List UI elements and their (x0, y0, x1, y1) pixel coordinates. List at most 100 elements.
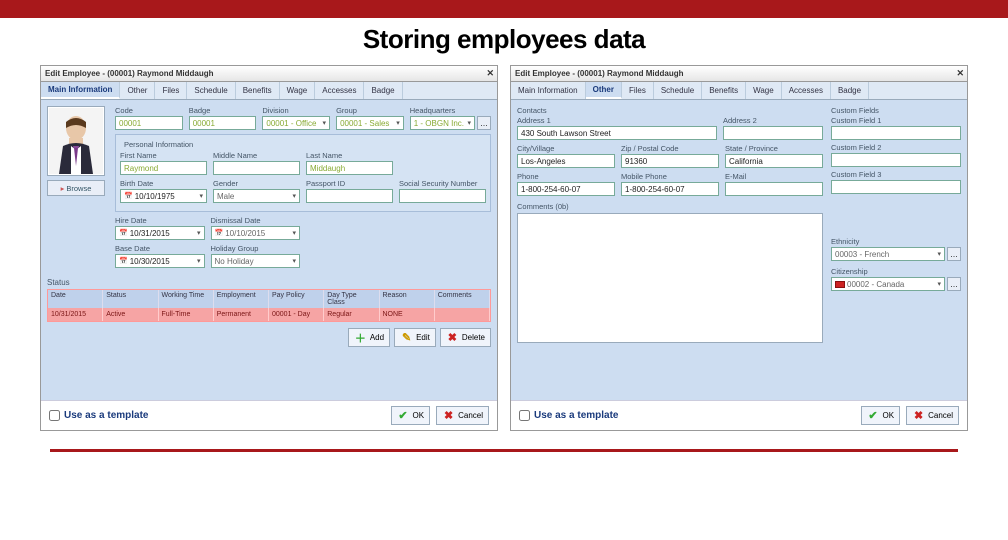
first-name-field[interactable]: Raymond (120, 161, 207, 175)
edit-button[interactable]: ✎Edit (394, 328, 436, 347)
th-date[interactable]: Date (48, 290, 103, 308)
addr1-field[interactable]: 430 South Lawson Street (517, 126, 717, 140)
city-field[interactable]: Los-Angeles (517, 154, 615, 168)
base-date-field[interactable]: 10/30/2015 (115, 254, 205, 268)
td-day-type: Regular (324, 308, 379, 321)
th-reason[interactable]: Reason (380, 290, 435, 308)
delete-button[interactable]: ✖Delete (440, 328, 491, 347)
tab-main-information-r[interactable]: Main Information (511, 82, 586, 99)
mobile-field[interactable]: 1-800-254-60-07 (621, 182, 719, 196)
tab-wage[interactable]: Wage (280, 82, 316, 99)
code-field[interactable]: 00001 (115, 116, 183, 130)
page-title: Storing employees data (0, 24, 1008, 55)
window-title-text-right: Edit Employee - (00001) Raymond Middaugh (515, 69, 683, 78)
cf3-field[interactable] (831, 180, 961, 194)
last-name-field[interactable]: Middaugh (306, 161, 393, 175)
division-field[interactable]: 00001 - Office (262, 116, 330, 130)
td-date: 10/31/2015 (48, 308, 103, 321)
group-label: Group (336, 106, 404, 115)
base-date-label: Base Date (115, 244, 205, 253)
flag-icon (835, 281, 845, 288)
gender-field[interactable]: Male (213, 189, 300, 203)
template-checkbox-r[interactable]: Use as a template (519, 410, 619, 421)
ok-button[interactable]: ✔OK (391, 406, 431, 425)
tab-schedule-r[interactable]: Schedule (654, 82, 702, 99)
addr2-field[interactable] (723, 126, 823, 140)
td-reason: NONE (380, 308, 435, 321)
email-field[interactable] (725, 182, 823, 196)
table-row[interactable]: 10/31/2015 Active Full-Time Permanent 00… (48, 308, 490, 321)
citizenship-value: 00002 - Canada (847, 280, 904, 289)
hq-more-button[interactable]: … (477, 116, 491, 130)
tab-badge[interactable]: Badge (364, 82, 402, 99)
td-status: Active (103, 308, 158, 321)
tab-files-r[interactable]: Files (622, 82, 654, 99)
cancel-button-r[interactable]: ✖Cancel (906, 406, 959, 425)
holiday-group-field[interactable]: No Holiday (211, 254, 301, 268)
cf1-field[interactable] (831, 126, 961, 140)
tab-schedule[interactable]: Schedule (187, 82, 235, 99)
check-icon: ✔ (397, 409, 410, 422)
th-day-type[interactable]: Day Type Class (324, 290, 379, 308)
division-label: Division (262, 106, 330, 115)
citizenship-field[interactable]: 00002 - Canada (831, 277, 945, 291)
email-label: E-Mail (725, 172, 823, 181)
comments-textarea[interactable] (517, 213, 823, 343)
tab-accesses-r[interactable]: Accesses (782, 82, 831, 99)
hq-field[interactable]: 1 - OBGN Inc. (410, 116, 475, 130)
hire-date-field[interactable]: 10/31/2015 (115, 226, 205, 240)
cancel-label: Cancel (458, 411, 483, 420)
ethnicity-more-button[interactable]: … (947, 247, 961, 261)
close-icon-right[interactable]: ✕ (956, 68, 964, 79)
close-icon[interactable]: ✕ (486, 68, 494, 79)
ethnicity-field[interactable]: 00003 - French (831, 247, 945, 261)
th-comments[interactable]: Comments (435, 290, 490, 308)
browse-button[interactable]: ▸Browse (47, 180, 105, 196)
phone-field[interactable]: 1-800-254-60-07 (517, 182, 615, 196)
state-label: State / Province (725, 144, 823, 153)
badge-field[interactable]: 00001 (189, 116, 257, 130)
middle-name-field[interactable] (213, 161, 300, 175)
dismiss-date-field[interactable]: 10/10/2015 (211, 226, 301, 240)
tab-wage-r[interactable]: Wage (746, 82, 782, 99)
tabs-left: Main Information Other Files Schedule Be… (41, 82, 497, 100)
tab-main-information[interactable]: Main Information (41, 82, 120, 99)
passport-label: Passport ID (306, 179, 393, 188)
template-checkbox-input[interactable] (49, 410, 60, 421)
th-employment[interactable]: Employment (214, 290, 269, 308)
group-field[interactable]: 00001 - Sales (336, 116, 404, 130)
template-checkbox[interactable]: Use as a template (49, 410, 149, 421)
tab-other-r[interactable]: Other (586, 82, 622, 99)
zip-field[interactable]: 91360 (621, 154, 719, 168)
cf3-label: Custom Field 3 (831, 170, 961, 179)
cancel-icon-r: ✖ (912, 409, 925, 422)
ssn-field[interactable] (399, 189, 486, 203)
delete-icon: ✖ (446, 331, 459, 344)
mobile-label: Mobile Phone (621, 172, 719, 181)
th-status[interactable]: Status (103, 290, 158, 308)
tab-benefits-r[interactable]: Benefits (702, 82, 746, 99)
birth-date-field[interactable]: 10/10/1975 (120, 189, 207, 203)
tab-other[interactable]: Other (120, 82, 155, 99)
ok-label: OK (413, 411, 425, 420)
tab-benefits[interactable]: Benefits (236, 82, 280, 99)
state-field[interactable]: California (725, 154, 823, 168)
tab-accesses[interactable]: Accesses (315, 82, 364, 99)
first-name-label: First Name (120, 151, 207, 160)
addr1-label: Address 1 (517, 116, 717, 125)
th-pay-policy[interactable]: Pay Policy (269, 290, 324, 308)
passport-field[interactable] (306, 189, 393, 203)
add-button[interactable]: ＋Add (348, 328, 390, 347)
template-checkbox-input-r[interactable] (519, 410, 530, 421)
cf1-label: Custom Field 1 (831, 116, 961, 125)
cf2-field[interactable] (831, 153, 961, 167)
cancel-button[interactable]: ✖Cancel (436, 406, 489, 425)
tab-files[interactable]: Files (155, 82, 187, 99)
citizenship-more-button[interactable]: … (947, 277, 961, 291)
ok-label-r: OK (883, 411, 895, 420)
th-working-time[interactable]: Working Time (159, 290, 214, 308)
tab-badge-r[interactable]: Badge (831, 82, 869, 99)
ok-button-r[interactable]: ✔OK (861, 406, 901, 425)
window-title-text: Edit Employee - (00001) Raymond Middaugh (45, 69, 213, 78)
add-label: Add (370, 333, 384, 342)
